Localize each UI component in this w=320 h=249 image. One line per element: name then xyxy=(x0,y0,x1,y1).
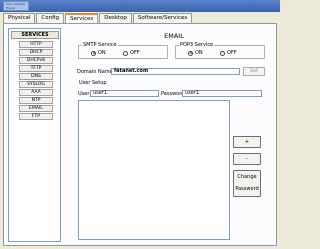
tab-bar: Physical Config Services Desktop Softwar… xyxy=(3,13,193,24)
services-panel: SERVICES HTTP DHCP DHCPv6 TFTP DNS SYSLO… xyxy=(3,23,277,246)
domain-name-label: Domain Name: xyxy=(77,69,115,75)
smtp-service-group: SMTP Service ON OFF xyxy=(78,42,168,59)
set-button[interactable]: Set xyxy=(243,67,265,76)
radio-unselected-icon xyxy=(220,50,225,56)
tab-physical[interactable]: Physical xyxy=(3,13,36,23)
add-user-button[interactable]: + xyxy=(233,136,261,148)
radio-unselected-icon xyxy=(123,50,128,56)
sidebar-item-ftp[interactable]: FTP xyxy=(19,113,53,120)
sidebar-item-tftp[interactable]: TFTP xyxy=(19,65,53,72)
window-titlebar: Cisco Packet Tracer xyxy=(0,0,280,12)
pop3-off-radio[interactable]: OFF xyxy=(220,50,237,56)
change-password-line-2: Password xyxy=(235,186,259,192)
sidebar-item-http[interactable]: HTTP xyxy=(19,41,53,48)
change-password-button[interactable]: Change Password xyxy=(233,170,261,197)
smtp-legend: SMTP Service xyxy=(82,42,118,48)
sidebar-item-email[interactable]: EMAIL xyxy=(19,105,53,112)
smtp-off-label: OFF xyxy=(130,50,140,56)
smtp-off-radio[interactable]: OFF xyxy=(123,50,140,56)
sidebar-item-ntp[interactable]: NTP xyxy=(19,97,53,104)
sidebar-header: SERVICES xyxy=(11,31,59,39)
password-input[interactable]: user1 xyxy=(182,90,262,97)
tab-desktop[interactable]: Desktop xyxy=(99,13,132,23)
pop3-off-label: OFF xyxy=(227,50,237,56)
pop3-legend: POP3 Service xyxy=(179,42,215,48)
user-label: User xyxy=(78,91,90,97)
tab-software-services[interactable]: Software/Services xyxy=(132,13,193,23)
user-input[interactable]: user1 xyxy=(90,90,159,97)
password-label: Password xyxy=(161,91,185,97)
tab-config[interactable]: Config xyxy=(36,13,65,23)
sidebar-item-syslog[interactable]: SYSLOG xyxy=(19,81,53,88)
change-password-line-1: Change xyxy=(237,174,257,180)
remove-user-button[interactable]: - xyxy=(233,153,261,165)
user-list[interactable] xyxy=(78,100,230,240)
sidebar-item-aaa[interactable]: AAA xyxy=(19,89,53,96)
logo-line-2: Tracer xyxy=(6,6,16,10)
cisco-logo-icon: Cisco Packet Tracer xyxy=(3,1,29,11)
pop3-service-group: POP3 Service ON OFF xyxy=(175,42,265,59)
smtp-on-label: ON xyxy=(98,50,106,56)
radio-selected-icon xyxy=(188,50,193,56)
sidebar-item-dhcp[interactable]: DHCP xyxy=(19,49,53,56)
page-title: EMAIL xyxy=(164,32,184,40)
smtp-on-radio[interactable]: ON xyxy=(91,50,106,56)
pop3-on-label: ON xyxy=(195,50,203,56)
radio-selected-icon xyxy=(91,50,96,56)
sidebar-item-dhcpv6[interactable]: DHCPv6 xyxy=(19,57,53,64)
services-sidebar: SERVICES HTTP DHCP DHCPv6 TFTP DNS SYSLO… xyxy=(8,28,61,242)
user-setup-label: User Setup xyxy=(79,80,107,86)
pop3-on-radio[interactable]: ON xyxy=(188,50,203,56)
sidebar-item-dns[interactable]: DNS xyxy=(19,73,53,80)
domain-name-input[interactable]: fatanet.com xyxy=(111,68,240,75)
